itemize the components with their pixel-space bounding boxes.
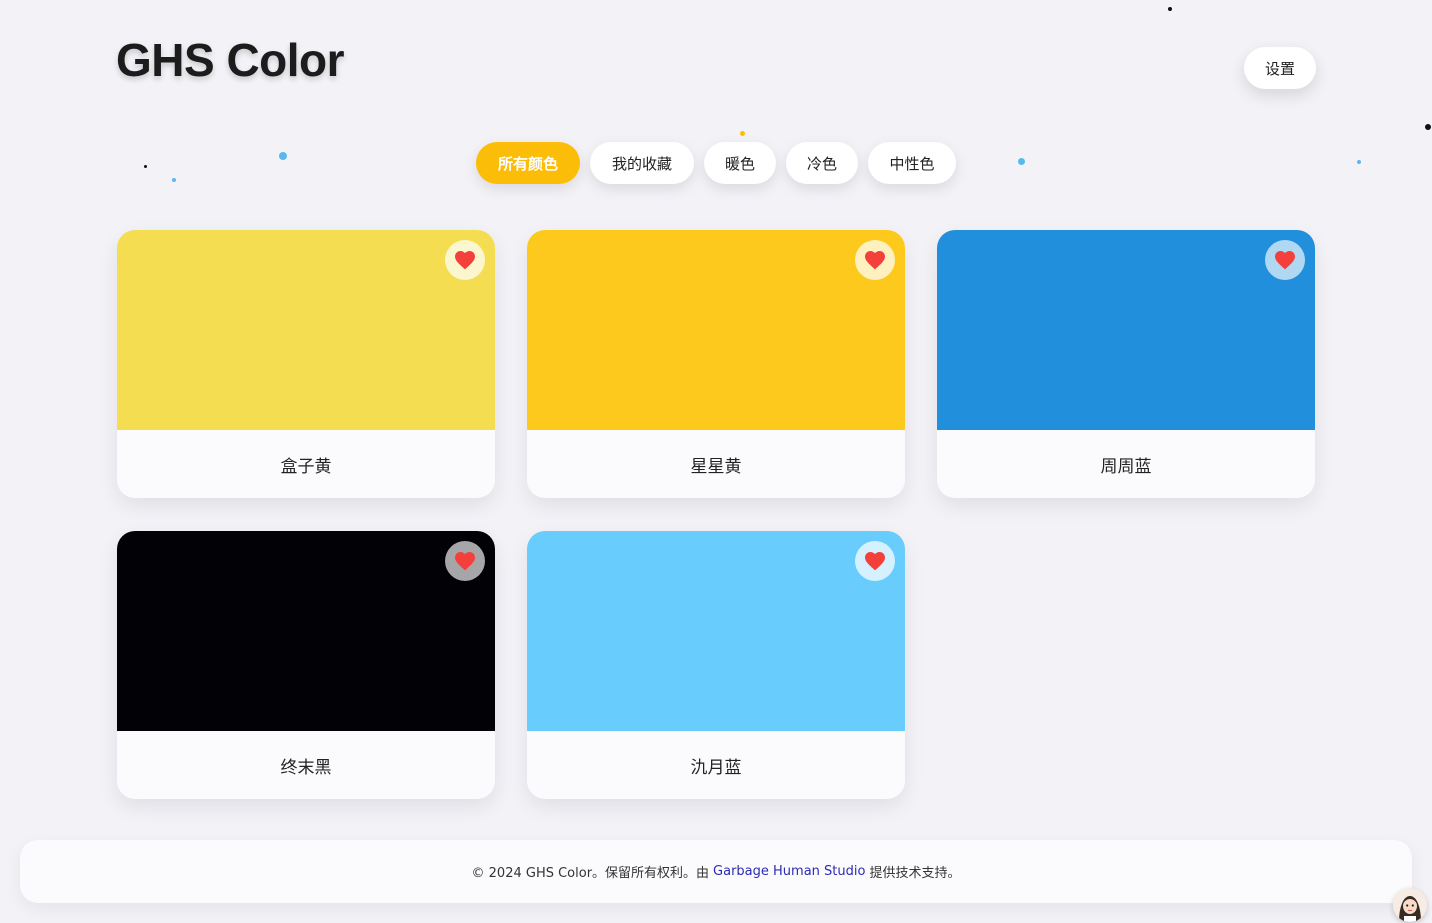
heart-icon — [865, 552, 885, 571]
heart-icon — [455, 552, 475, 571]
filter-bar: 所有颜色 我的收藏 暖色 冷色 中性色 — [0, 142, 1432, 184]
color-name: 终末黑 — [280, 757, 332, 778]
color-card[interactable]: 周周蓝 — [937, 230, 1315, 498]
studio-link[interactable]: Garbage Human Studio — [713, 864, 865, 879]
settings-button[interactable]: 设置 — [1244, 47, 1316, 89]
favorite-button[interactable] — [445, 240, 485, 280]
color-name: 氿月蓝 — [690, 757, 742, 778]
color-swatch — [117, 230, 495, 430]
favorite-button[interactable] — [1265, 240, 1305, 280]
favorite-button[interactable] — [855, 541, 895, 581]
color-card[interactable]: 星星黄 — [527, 230, 905, 498]
color-swatch — [527, 531, 905, 731]
filter-warm[interactable]: 暖色 — [704, 142, 776, 184]
footer: © 2024 GHS Color。保留所有权利。由 Garbage Human … — [20, 840, 1412, 903]
heart-icon — [1275, 251, 1295, 270]
decorative-dot — [1425, 124, 1431, 130]
color-card[interactable]: 盒子黄 — [117, 230, 495, 498]
avatar-image — [1393, 888, 1427, 922]
color-name: 周周蓝 — [1100, 456, 1152, 477]
decorative-dot — [740, 131, 745, 136]
filter-my-favorites[interactable]: 我的收藏 — [590, 142, 694, 184]
filter-neutral[interactable]: 中性色 — [868, 142, 956, 184]
filter-all-colors[interactable]: 所有颜色 — [476, 142, 580, 184]
filter-cool[interactable]: 冷色 — [786, 142, 858, 184]
page: GHS Color 设置 所有颜色 我的收藏 暖色 冷色 中性色 盒子黄 星星黄 — [0, 0, 1432, 923]
footer-copyright: © 2024 GHS Color。保留所有权利。由 — [471, 866, 710, 881]
app-title: GHS Color — [116, 34, 345, 86]
color-card[interactable]: 终末黑 — [117, 531, 495, 799]
color-swatch — [937, 230, 1315, 430]
footer-support-text: 提供技术支持。 — [869, 866, 961, 881]
favorite-button[interactable] — [445, 541, 485, 581]
favorite-button[interactable] — [855, 240, 895, 280]
color-name: 盒子黄 — [280, 456, 332, 477]
color-swatch — [527, 230, 905, 430]
color-card[interactable]: 氿月蓝 — [527, 531, 905, 799]
color-swatch — [117, 531, 495, 731]
decorative-dot — [1168, 7, 1172, 11]
color-name: 星星黄 — [690, 456, 742, 477]
avatar-icon[interactable] — [1393, 888, 1427, 922]
heart-icon — [865, 251, 885, 270]
heart-icon — [455, 251, 475, 270]
